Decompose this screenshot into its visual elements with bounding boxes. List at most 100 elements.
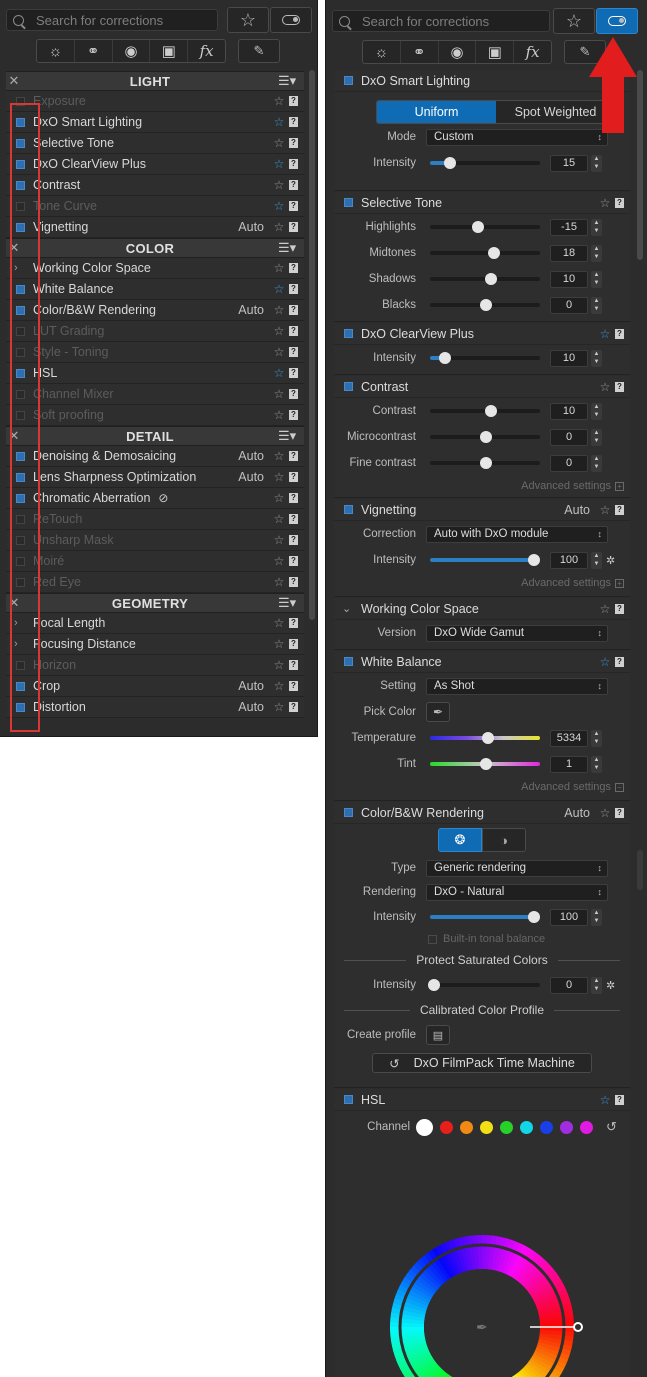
star-icon[interactable]: ☆: [598, 327, 612, 341]
adjust-slider[interactable]: [430, 431, 540, 443]
star-icon[interactable]: ☆: [272, 220, 286, 234]
correction-row[interactable]: Color/B&W Rendering Auto ☆?: [6, 300, 304, 321]
channel-swatch[interactable]: [580, 1120, 593, 1134]
enable-checkbox[interactable]: [344, 657, 353, 666]
rendering-select[interactable]: DxO - Natural: [426, 883, 608, 901]
uniform-button[interactable]: Uniform: [377, 101, 496, 123]
auto-magic-wand-icon[interactable]: ✲: [606, 554, 615, 567]
star-icon[interactable]: ☆: [598, 806, 612, 820]
help-icon[interactable]: ?: [289, 681, 298, 691]
star-icon[interactable]: ☆: [272, 575, 286, 589]
help-icon[interactable]: ?: [289, 702, 298, 712]
value-field[interactable]: 0: [550, 428, 588, 446]
correction-row[interactable]: Style - Toning ☆?: [6, 342, 304, 363]
enable-checkbox[interactable]: [344, 329, 353, 338]
star-icon[interactable]: ☆: [272, 491, 286, 505]
cbw-header[interactable]: Color/B&W Rendering Auto ☆?: [334, 802, 630, 824]
enable-checkbox[interactable]: [344, 76, 353, 85]
star-icon[interactable]: ☆: [272, 199, 286, 213]
temperature-stepper[interactable]: ▲ ▼: [591, 729, 602, 747]
section-header-geometry[interactable]: ✕ GEOMETRY ☰▾: [6, 593, 304, 613]
contrast-header[interactable]: Contrast ☆?: [334, 376, 630, 398]
advanced-settings-link[interactable]: Advanced settings +: [334, 573, 630, 593]
value-field[interactable]: -15: [550, 218, 588, 236]
help-icon[interactable]: ?: [289, 472, 298, 482]
star-icon[interactable]: ☆: [272, 470, 286, 484]
help-icon[interactable]: ?: [615, 504, 624, 515]
star-icon[interactable]: ☆: [598, 1093, 612, 1107]
star-icon[interactable]: ☆: [272, 700, 286, 714]
channel-swatch[interactable]: [480, 1120, 493, 1134]
search-field-right[interactable]: Search for corrections: [332, 10, 550, 32]
section-menu-icon[interactable]: ☰▾: [278, 595, 304, 611]
star-icon[interactable]: ☆: [598, 602, 612, 616]
help-icon[interactable]: ?: [289, 389, 298, 399]
help-icon[interactable]: ?: [289, 326, 298, 336]
correction-row[interactable]: ReTouch ☆?: [6, 509, 304, 530]
help-icon[interactable]: ?: [615, 807, 624, 818]
star-icon[interactable]: ☆: [272, 178, 286, 192]
help-icon[interactable]: ?: [289, 138, 298, 148]
correction-row[interactable]: Vignetting Auto ☆?: [6, 217, 304, 238]
star-icon[interactable]: ☆: [598, 655, 612, 669]
correction-row[interactable]: HSL ☆?: [6, 363, 304, 384]
search-field[interactable]: Search for corrections: [6, 9, 218, 31]
star-icon[interactable]: ☆: [272, 261, 286, 275]
light-palette-icon[interactable]: ☼: [363, 41, 401, 63]
protect-intensity-slider[interactable]: [428, 979, 540, 991]
intensity-stepper[interactable]: ▲ ▼: [591, 551, 602, 569]
star-icon[interactable]: ☆: [272, 157, 286, 171]
star-icon[interactable]: ☆: [272, 387, 286, 401]
correction-row[interactable]: › Focal Length ☆?: [6, 613, 304, 634]
intensity-slider[interactable]: [430, 911, 540, 923]
adjust-slider[interactable]: [430, 273, 540, 285]
star-icon[interactable]: ☆: [272, 366, 286, 380]
channel-swatch[interactable]: [520, 1120, 533, 1134]
channel-swatch[interactable]: [560, 1120, 573, 1134]
eyedropper-button[interactable]: ✒: [426, 702, 450, 722]
color-palette-icon[interactable]: ⚭: [75, 40, 113, 62]
bw-mode-button[interactable]: ◑: [482, 828, 526, 852]
help-icon[interactable]: ?: [289, 96, 298, 106]
help-icon[interactable]: ?: [289, 263, 298, 273]
star-icon[interactable]: ☆: [272, 554, 286, 568]
help-icon[interactable]: ?: [289, 535, 298, 545]
version-select[interactable]: DxO Wide Gamut: [426, 624, 608, 642]
enable-checkbox[interactable]: [344, 198, 353, 207]
wb-header[interactable]: White Balance ☆?: [334, 651, 630, 673]
correction-row[interactable]: Crop Auto ☆?: [6, 676, 304, 697]
correction-row[interactable]: DxO Smart Lighting ☆?: [6, 112, 304, 133]
section-header-light[interactable]: ✕ LIGHT ☰▾: [6, 71, 304, 91]
tint-slider[interactable]: [430, 758, 540, 770]
clearview-header[interactable]: DxO ClearView Plus ☆?: [334, 323, 630, 345]
correction-row[interactable]: Distortion Auto ☆?: [6, 697, 304, 718]
value-field[interactable]: 10: [550, 402, 588, 420]
correction-row[interactable]: Chromatic Aberration ⊘ ☆?: [6, 488, 304, 509]
channel-swatch[interactable]: [500, 1120, 513, 1134]
value-field[interactable]: 18: [550, 244, 588, 262]
value-field[interactable]: 10: [550, 270, 588, 288]
star-icon[interactable]: ☆: [272, 449, 286, 463]
star-icon[interactable]: ☆: [598, 196, 612, 210]
intensity-slider[interactable]: [430, 554, 540, 566]
auto-magic-wand-icon[interactable]: ✲: [606, 979, 615, 992]
help-icon[interactable]: ?: [289, 305, 298, 315]
active-corrections-toggle[interactable]: [596, 8, 638, 34]
favorites-star-button[interactable]: ☆: [553, 8, 595, 34]
intensity-value[interactable]: 100: [550, 908, 588, 926]
help-icon[interactable]: ?: [289, 577, 298, 587]
enable-checkbox[interactable]: [344, 505, 353, 514]
enable-checkbox[interactable]: [344, 382, 353, 391]
wcs-header[interactable]: ⌄ Working Color Space ☆?: [334, 598, 630, 620]
correction-row[interactable]: Horizon ☆?: [6, 655, 304, 676]
left-scrollbar[interactable]: [309, 70, 315, 620]
section-header-detail[interactable]: ✕ DETAIL ☰▾: [6, 426, 304, 446]
adjust-slider[interactable]: [430, 405, 540, 417]
vignetting-header[interactable]: Vignetting Auto ☆?: [334, 499, 630, 521]
help-icon[interactable]: ?: [289, 514, 298, 524]
star-icon[interactable]: ☆: [272, 136, 286, 150]
close-icon[interactable]: ✕: [6, 73, 22, 89]
help-icon[interactable]: ?: [615, 328, 624, 339]
section-menu-icon[interactable]: ☰▾: [278, 73, 304, 89]
adjust-slider[interactable]: [430, 247, 540, 259]
